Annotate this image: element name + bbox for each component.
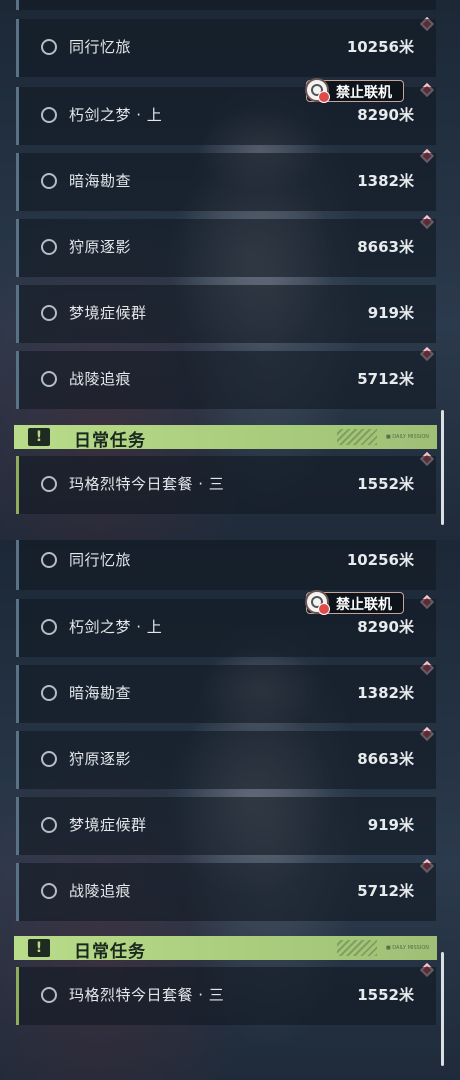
quest-distance: 1382米 (357, 684, 414, 702)
exclamation-icon: ! (28, 939, 50, 957)
daily-quest-row[interactable]: 玛格烈特今日套餐 · 三 1552米 (16, 456, 436, 514)
quest-row[interactable]: 同行忆旅 10256米 (16, 19, 436, 77)
radio-circle-icon[interactable] (41, 685, 57, 701)
scrollbar[interactable] (441, 952, 444, 1066)
quest-row[interactable]: 暗海勘查 1382米 (16, 665, 436, 723)
quest-name: 玛格烈特今日套餐 · 三 (69, 986, 225, 1004)
quest-row[interactable]: 战陵追痕 5712米 (16, 351, 436, 409)
radio-circle-icon[interactable] (41, 987, 57, 1003)
quest-distance: 10256米 (346, 551, 414, 569)
quest-list-panel-bottom: 同行忆旅 10256米 朽剑之梦 · 上 8290米 禁止联机 暗海勘查 138… (0, 540, 460, 1080)
badge-label: 禁止联机 (336, 85, 392, 101)
quest-distance: 8663米 (357, 238, 414, 256)
quest-name: 同行忆旅 (69, 551, 132, 569)
quest-name: 梦境症候群 (69, 816, 147, 834)
quest-row[interactable]: 梦境症候群 919米 (16, 285, 436, 343)
daily-quest-row[interactable]: 玛格烈特今日套餐 · 三 1552米 (16, 967, 436, 1025)
radio-circle-icon[interactable] (41, 817, 57, 833)
section-title: 日常任务 (74, 431, 146, 451)
header-tiny-text: ■ DAILY MISSION (385, 434, 429, 440)
quest-distance: 919米 (367, 304, 414, 322)
header-stripe-decoration (337, 940, 377, 956)
quest-distance: 8290米 (357, 618, 414, 636)
radio-circle-icon[interactable] (41, 107, 57, 123)
quest-distance: 5712米 (357, 882, 414, 900)
radio-circle-icon[interactable] (41, 619, 57, 635)
radio-circle-icon[interactable] (41, 552, 57, 568)
daily-mission-header: ! 日常任务 ■ DAILY MISSION (14, 936, 437, 962)
quest-name: 暗海勘查 (69, 684, 132, 702)
quest-name: 梦境症候群 (69, 304, 147, 322)
quest-name: 战陵追痕 (69, 370, 132, 388)
quest-name: 狩原逐影 (69, 238, 132, 256)
quest-distance: 1552米 (357, 475, 414, 493)
quest-distance: 919米 (367, 816, 414, 834)
exclamation-icon: ! (28, 428, 50, 446)
header-stripe-decoration (337, 429, 377, 445)
quest-name: 狩原逐影 (69, 750, 132, 768)
quest-row[interactable]: 暗海勘查 1382米 (16, 153, 436, 211)
quest-distance: 10256米 (346, 38, 414, 56)
radio-circle-icon[interactable] (41, 239, 57, 255)
no-multiplayer-globe-icon (305, 78, 330, 103)
no-multiplayer-badge: 禁止联机 (305, 78, 404, 103)
quest-row[interactable]: 狩原逐影 8663米 (16, 731, 436, 789)
quest-name: 朽剑之梦 · 上 (69, 106, 163, 124)
scrollbar[interactable] (441, 410, 444, 525)
quest-row-partial (16, 0, 436, 10)
header-tiny-text: ■ DAILY MISSION (385, 945, 429, 951)
quest-row[interactable]: 梦境症候群 919米 (16, 797, 436, 855)
radio-circle-icon[interactable] (41, 39, 57, 55)
quest-name: 朽剑之梦 · 上 (69, 618, 163, 636)
quest-distance: 1552米 (357, 986, 414, 1004)
quest-distance: 8290米 (357, 106, 414, 124)
quest-list-panel-top: 同行忆旅 10256米 朽剑之梦 · 上 8290米 禁止联机 暗海勘查 138… (0, 0, 460, 540)
radio-circle-icon[interactable] (41, 305, 57, 321)
daily-mission-header: ! 日常任务 ■ DAILY MISSION (14, 425, 437, 451)
quest-row[interactable]: 狩原逐影 8663米 (16, 219, 436, 277)
quest-row[interactable]: 同行忆旅 10256米 (16, 540, 436, 590)
quest-distance: 8663米 (357, 750, 414, 768)
badge-label: 禁止联机 (336, 597, 392, 613)
section-title: 日常任务 (74, 942, 146, 962)
quest-distance: 1382米 (357, 172, 414, 190)
radio-circle-icon[interactable] (41, 751, 57, 767)
radio-circle-icon[interactable] (41, 476, 57, 492)
radio-circle-icon[interactable] (41, 883, 57, 899)
no-multiplayer-globe-icon (305, 590, 330, 615)
radio-circle-icon[interactable] (41, 173, 57, 189)
quest-name: 同行忆旅 (69, 38, 132, 56)
quest-row[interactable]: 战陵追痕 5712米 (16, 863, 436, 921)
quest-name: 玛格烈特今日套餐 · 三 (69, 475, 225, 493)
no-multiplayer-badge: 禁止联机 (305, 590, 404, 615)
quest-name: 暗海勘查 (69, 172, 132, 190)
quest-name: 战陵追痕 (69, 882, 132, 900)
quest-distance: 5712米 (357, 370, 414, 388)
radio-circle-icon[interactable] (41, 371, 57, 387)
